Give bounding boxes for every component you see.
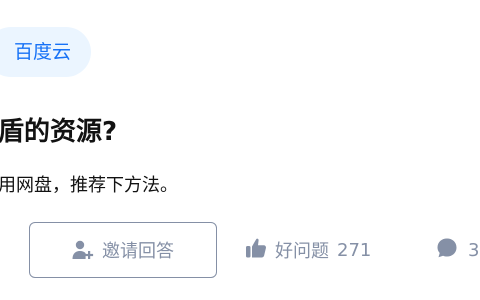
question-title[interactable]: 盾的资源? bbox=[0, 110, 117, 154]
invite-answer-label: 邀请回答 bbox=[102, 241, 174, 261]
comment-button[interactable]: 3 bbox=[436, 222, 479, 278]
topic-tag-label: 百度云 bbox=[14, 41, 72, 63]
invite-answer-button[interactable]: 邀请回答 bbox=[29, 222, 217, 278]
good-question-label: 好问题 bbox=[275, 241, 329, 262]
add-person-icon bbox=[72, 240, 94, 260]
topic-tag[interactable]: 百度云 bbox=[0, 27, 92, 77]
good-question-button[interactable]: 好问题 271 bbox=[245, 222, 371, 278]
comment-bubble-icon bbox=[436, 237, 458, 264]
question-card: 百度云 盾的资源? 用网盘，推荐下方法。 邀请回答 好问题 271 3 bbox=[0, 0, 480, 300]
comment-count: 3 bbox=[468, 239, 480, 261]
question-detail: 用网盘，推荐下方法。 bbox=[0, 175, 178, 196]
good-question-count: 271 bbox=[337, 239, 372, 261]
thumbs-up-icon bbox=[245, 237, 267, 264]
